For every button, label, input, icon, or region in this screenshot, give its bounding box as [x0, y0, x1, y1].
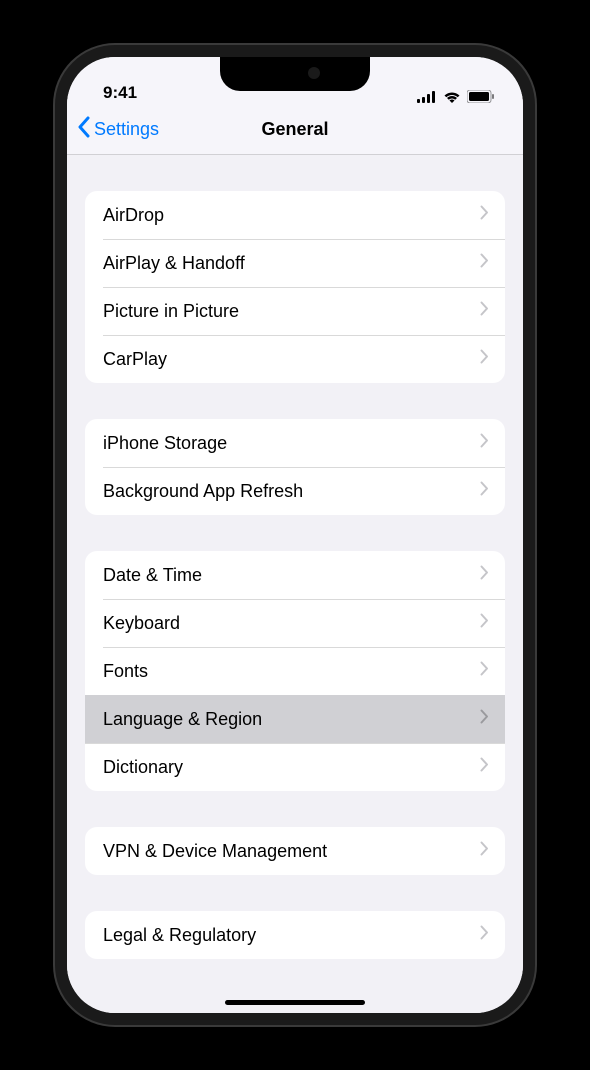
- settings-row-language-region[interactable]: Language & Region: [85, 695, 505, 743]
- back-label: Settings: [94, 119, 159, 140]
- row-label: AirPlay & Handoff: [103, 253, 245, 274]
- list-group: Legal & Regulatory: [85, 911, 505, 959]
- list-group: iPhone Storage Background App Refresh: [85, 419, 505, 515]
- list-group: AirDrop AirPlay & Handoff Picture in Pic…: [85, 191, 505, 383]
- row-label: VPN & Device Management: [103, 841, 327, 862]
- chevron-right-icon: [480, 349, 489, 369]
- chevron-right-icon: [480, 841, 489, 861]
- chevron-right-icon: [480, 253, 489, 273]
- chevron-left-icon: [77, 116, 90, 143]
- row-label: AirDrop: [103, 205, 164, 226]
- iphone-device-frame: 9:41: [55, 45, 535, 1025]
- settings-row-keyboard[interactable]: Keyboard: [85, 599, 505, 647]
- chevron-right-icon: [480, 481, 489, 501]
- settings-row-dictionary[interactable]: Dictionary: [85, 743, 505, 791]
- power-button: [523, 307, 527, 407]
- row-label: Legal & Regulatory: [103, 925, 256, 946]
- chevron-right-icon: [480, 925, 489, 945]
- mute-switch: [63, 207, 67, 242]
- chevron-right-icon: [480, 661, 489, 681]
- chevron-right-icon: [480, 205, 489, 225]
- chevron-right-icon: [480, 433, 489, 453]
- volume-down-button: [63, 367, 67, 432]
- row-label: Fonts: [103, 661, 148, 682]
- navigation-bar: Settings General: [67, 105, 523, 155]
- settings-row-picture-in-picture[interactable]: Picture in Picture: [85, 287, 505, 335]
- settings-row-date-time[interactable]: Date & Time: [85, 551, 505, 599]
- battery-icon: [467, 90, 495, 103]
- status-time: 9:41: [103, 83, 137, 103]
- volume-up-button: [63, 282, 67, 347]
- back-button[interactable]: Settings: [77, 116, 159, 143]
- row-label: Background App Refresh: [103, 481, 303, 502]
- settings-row-carplay[interactable]: CarPlay: [85, 335, 505, 383]
- list-group: VPN & Device Management: [85, 827, 505, 875]
- chevron-right-icon: [480, 565, 489, 585]
- notch: [220, 57, 370, 91]
- settings-row-fonts[interactable]: Fonts: [85, 647, 505, 695]
- settings-row-background-app-refresh[interactable]: Background App Refresh: [85, 467, 505, 515]
- settings-row-airplay-handoff[interactable]: AirPlay & Handoff: [85, 239, 505, 287]
- row-label: Picture in Picture: [103, 301, 239, 322]
- status-icons: [417, 90, 495, 103]
- home-indicator[interactable]: [225, 1000, 365, 1005]
- cellular-signal-icon: [417, 91, 437, 103]
- row-label: Keyboard: [103, 613, 180, 634]
- row-label: Language & Region: [103, 709, 262, 730]
- settings-row-vpn-device-management[interactable]: VPN & Device Management: [85, 827, 505, 875]
- chevron-right-icon: [480, 613, 489, 633]
- row-label: Date & Time: [103, 565, 202, 586]
- settings-row-iphone-storage[interactable]: iPhone Storage: [85, 419, 505, 467]
- wifi-icon: [443, 90, 461, 103]
- settings-row-legal-regulatory[interactable]: Legal & Regulatory: [85, 911, 505, 959]
- chevron-right-icon: [480, 301, 489, 321]
- row-label: CarPlay: [103, 349, 167, 370]
- screen: 9:41: [67, 57, 523, 1013]
- settings-content[interactable]: AirDrop AirPlay & Handoff Picture in Pic…: [67, 155, 523, 1013]
- chevron-right-icon: [480, 709, 489, 729]
- list-group: Date & Time Keyboard Fonts: [85, 551, 505, 791]
- row-label: Dictionary: [103, 757, 183, 778]
- settings-row-airdrop[interactable]: AirDrop: [85, 191, 505, 239]
- row-label: iPhone Storage: [103, 433, 227, 454]
- page-title: General: [261, 119, 328, 140]
- chevron-right-icon: [480, 757, 489, 777]
